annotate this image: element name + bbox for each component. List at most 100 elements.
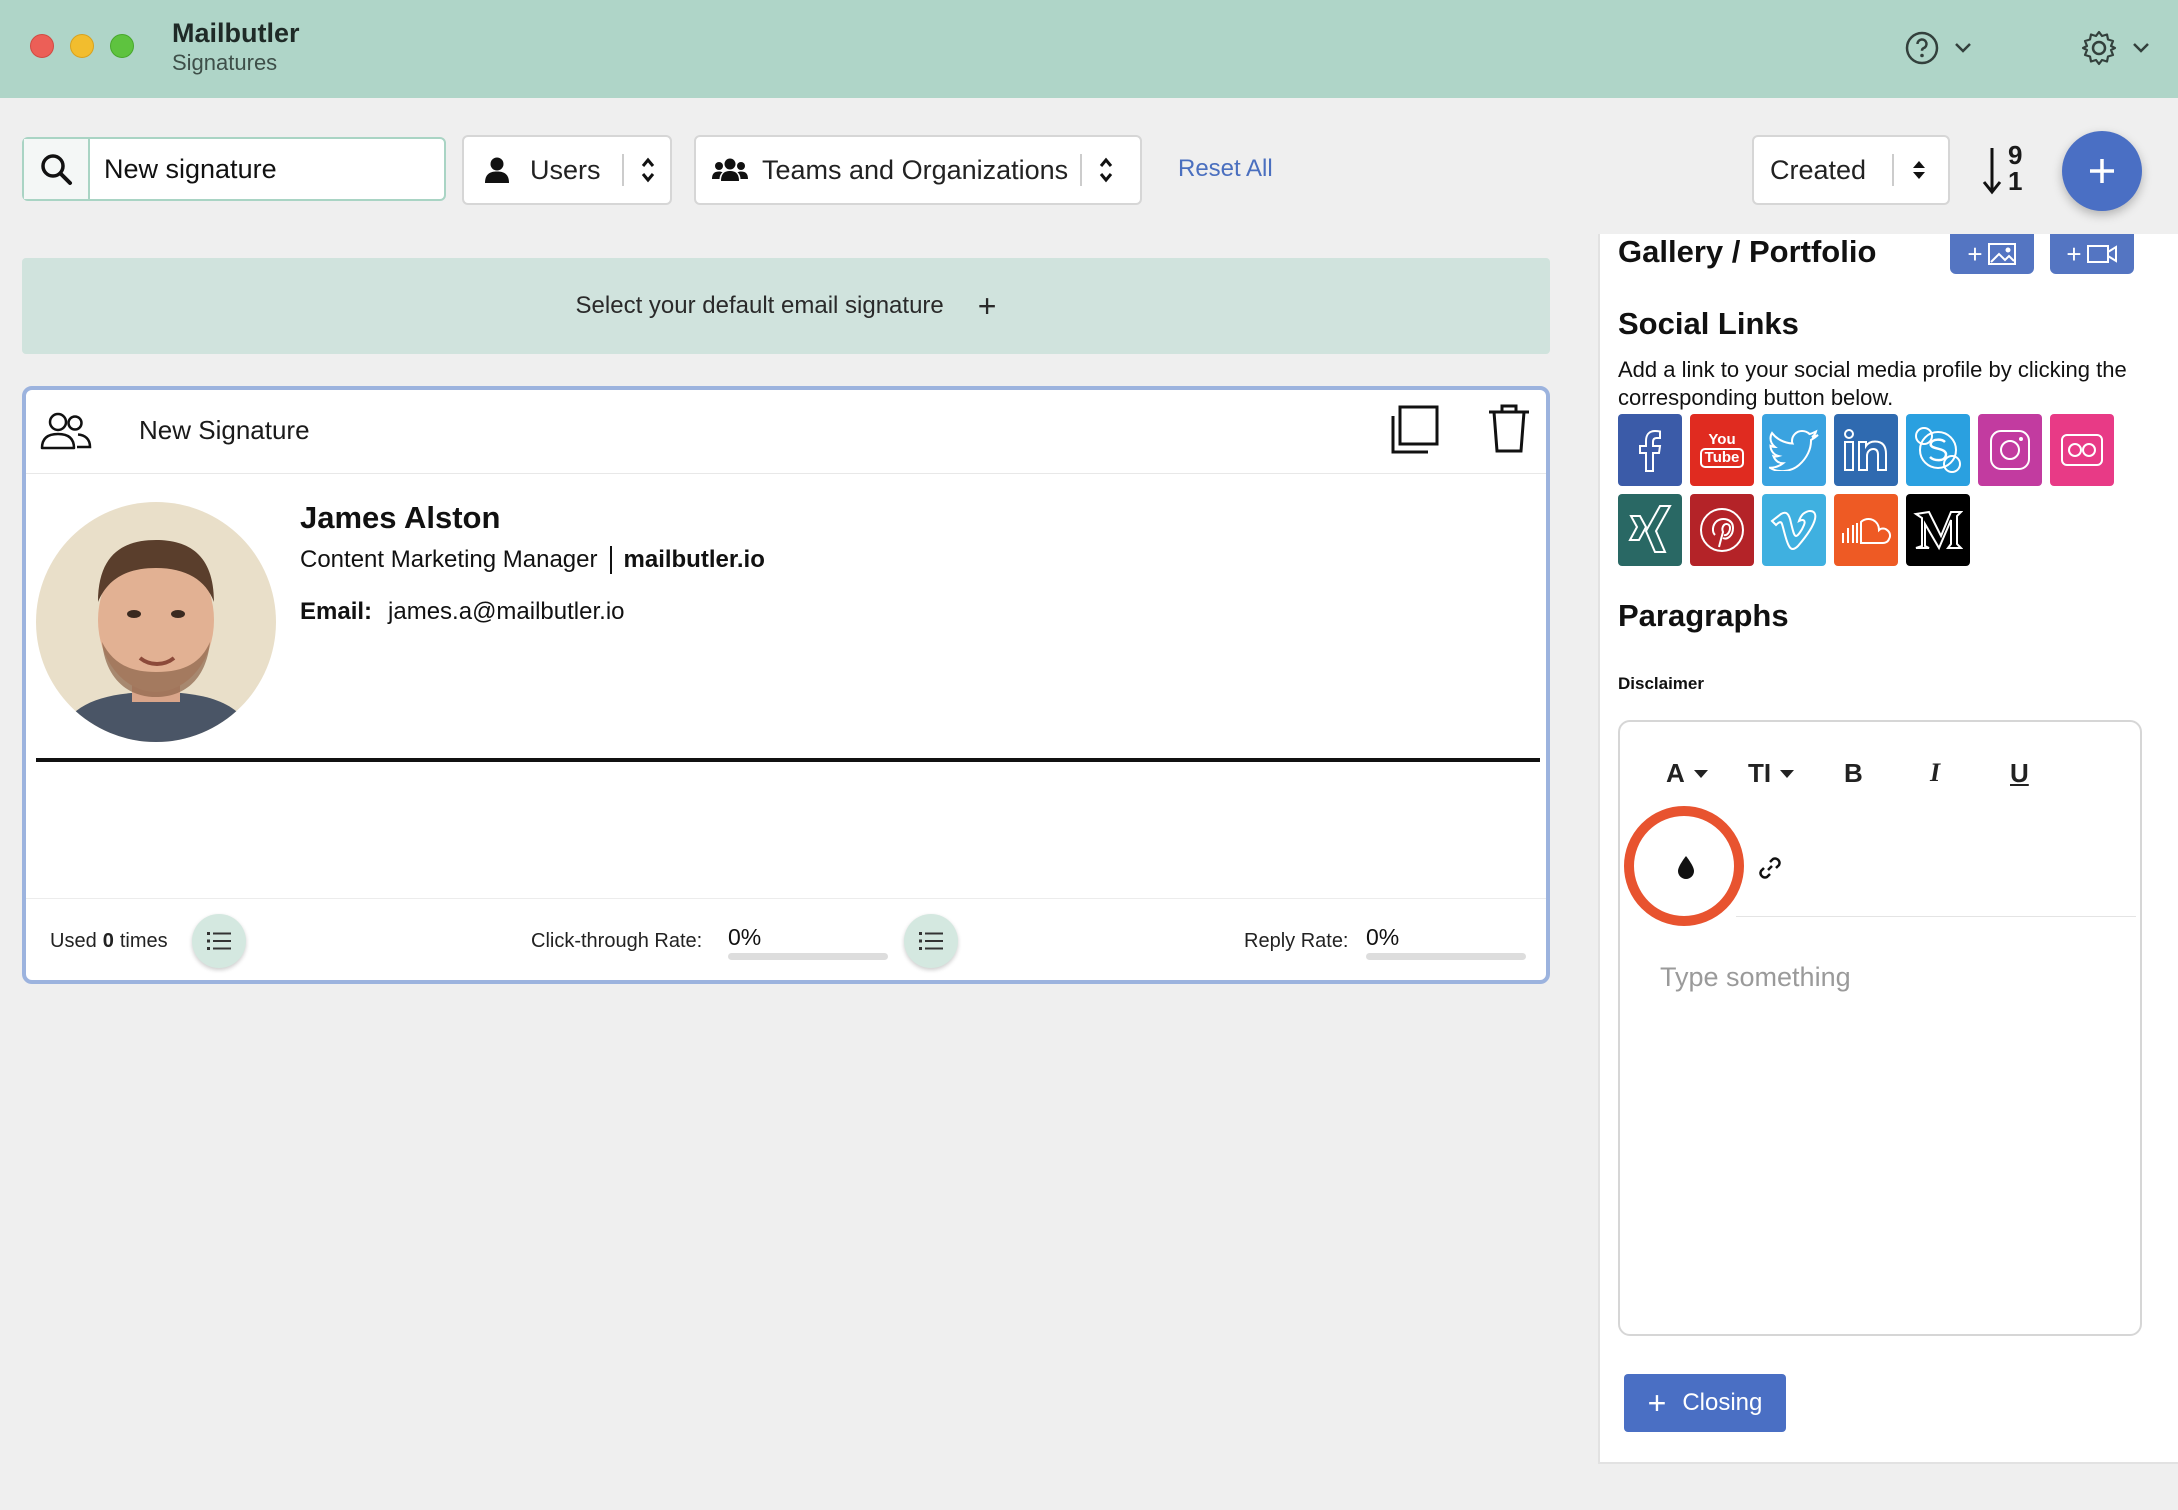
gallery-title: Gallery / Portfolio	[1618, 234, 1877, 269]
window-zoom-button[interactable]	[110, 34, 134, 58]
soundcloud-icon	[1842, 517, 1892, 544]
ctr-list-button[interactable]	[904, 914, 958, 968]
linkedin-button[interactable]	[1834, 414, 1898, 486]
image-icon	[1987, 243, 2016, 265]
used-prefix: Used	[50, 930, 97, 952]
size-label: TI	[1748, 758, 1772, 788]
separator	[1892, 154, 1894, 186]
vimeo-button[interactable]	[1762, 494, 1826, 566]
users-filter[interactable]: Users	[462, 135, 672, 205]
caret-down-icon	[1693, 769, 1708, 778]
signature-job-title: Content Marketing Manager	[300, 546, 598, 573]
signature-email-row: Email: james.a@mailbutler.io	[300, 598, 625, 626]
add-closing-button[interactable]: + Closing	[1624, 1374, 1786, 1432]
instagram-icon	[1990, 430, 2030, 470]
flickr-button[interactable]	[2050, 414, 2114, 486]
trash-icon[interactable]	[1486, 402, 1532, 454]
sort-order-button[interactable]: 9 1	[1982, 140, 2030, 196]
instagram-button[interactable]	[1978, 414, 2042, 486]
signature-name: James Alston	[300, 500, 501, 535]
default-signature-banner[interactable]: Select your default email signature +	[22, 258, 1550, 354]
teams-filter-label: Teams and Organizations	[762, 154, 1069, 185]
signature-email-label: Email:	[300, 598, 373, 625]
help-icon	[1905, 31, 1939, 65]
social-links-description: Add a link to your social media profile …	[1618, 357, 2127, 410]
font-label: A	[1666, 758, 1685, 788]
reply-rate-value: 0%	[1366, 924, 1400, 950]
avatar	[36, 502, 276, 742]
medium-button[interactable]	[1906, 494, 1970, 566]
plus-icon: +	[2066, 238, 2082, 269]
teams-filter[interactable]: Teams and Organizations	[694, 135, 1142, 205]
sort-select-label: Created	[1770, 154, 1867, 185]
sort-digit-bottom: 1	[2008, 166, 2023, 196]
xing-button[interactable]	[1618, 494, 1682, 566]
skype-button[interactable]	[1906, 414, 1970, 486]
underline-button[interactable]: U	[2010, 758, 2029, 789]
plus-icon: +	[1647, 1384, 1667, 1421]
font-color-menu[interactable]: A	[1666, 758, 1709, 789]
signature-divider	[36, 758, 1540, 762]
signature-card[interactable]: New Signature James Alston Content Marke…	[22, 386, 1550, 984]
social-links-title: Social Links	[1618, 306, 1799, 341]
separator	[622, 154, 624, 186]
user-icon	[485, 157, 509, 183]
italic-button[interactable]: I	[1930, 758, 1940, 788]
used-count-stat: Used 0 times	[50, 930, 168, 953]
disclaimer-textarea[interactable]: Type something	[1660, 962, 1851, 993]
copy-icon[interactable]	[1388, 404, 1440, 456]
search-input[interactable]	[90, 139, 430, 199]
signature-card-header: New Signature	[26, 390, 1546, 474]
search-button[interactable]	[24, 139, 90, 199]
paragraphs-title: Paragraphs	[1618, 598, 1789, 633]
facebook-icon	[1639, 429, 1662, 472]
reply-rate-progress-bar	[1366, 953, 1526, 960]
chevron-down-icon	[2133, 43, 2149, 53]
font-size-menu[interactable]: TI	[1748, 758, 1795, 789]
signature-company: mailbutler.io	[623, 546, 765, 573]
window-minimize-button[interactable]	[70, 34, 94, 58]
vimeo-icon	[1770, 510, 1817, 550]
color-drop-icon	[1678, 856, 1694, 879]
add-gallery-image-button[interactable]: +	[1950, 234, 2034, 274]
chevron-down-icon	[1955, 43, 1971, 53]
bold-button[interactable]: B	[1844, 758, 1863, 789]
ctr-progress-bar	[728, 953, 888, 960]
used-count: 0	[102, 930, 114, 952]
twitter-icon	[1769, 429, 1819, 471]
youtube-icon-tube: Tube	[1699, 448, 1745, 468]
sort-numeric-icon	[1982, 148, 2002, 195]
xing-icon	[1628, 505, 1672, 553]
signature-email: james.a@mailbutler.io	[388, 598, 625, 625]
default-signature-text: Select your default email signature	[575, 292, 944, 319]
settings-menu[interactable]	[2080, 28, 2150, 68]
usage-list-button[interactable]	[192, 914, 246, 968]
facebook-button[interactable]	[1618, 414, 1682, 486]
signature-card-title: New Signature	[139, 415, 310, 445]
soundcloud-button[interactable]	[1834, 494, 1898, 566]
separator	[609, 546, 612, 574]
window-close-button[interactable]	[30, 34, 54, 58]
app-name: Mailbutler	[172, 18, 300, 48]
add-gallery-video-button[interactable]: +	[2050, 234, 2134, 274]
signature-title-row: Content Marketing Manager mailbutler.io	[300, 546, 765, 574]
updown-icon	[640, 155, 656, 185]
youtube-button[interactable]: You Tube	[1690, 414, 1754, 486]
sort-select[interactable]: Created	[1752, 135, 1950, 205]
color-button[interactable]	[1672, 852, 1700, 882]
reset-all-link[interactable]: Reset All	[1178, 155, 1273, 183]
signature-editor-panel: Gallery / Portfolio + + Social Links Add…	[1598, 234, 2178, 1464]
link-button[interactable]	[1756, 854, 1784, 882]
plus-icon: +	[977, 287, 997, 324]
reply-rate-label: Reply Rate:	[1244, 930, 1349, 952]
flickr-icon	[2061, 434, 2103, 466]
pinterest-button[interactable]	[1690, 494, 1754, 566]
twitter-button[interactable]	[1762, 414, 1826, 486]
plus-icon	[2090, 159, 2114, 183]
title-bar: Mailbutler Signatures	[0, 0, 2178, 98]
add-signature-button[interactable]	[2062, 131, 2142, 211]
separator	[1080, 154, 1082, 186]
gear-icon	[2081, 30, 2117, 66]
help-menu[interactable]	[1904, 28, 1972, 68]
search-icon	[41, 154, 72, 185]
